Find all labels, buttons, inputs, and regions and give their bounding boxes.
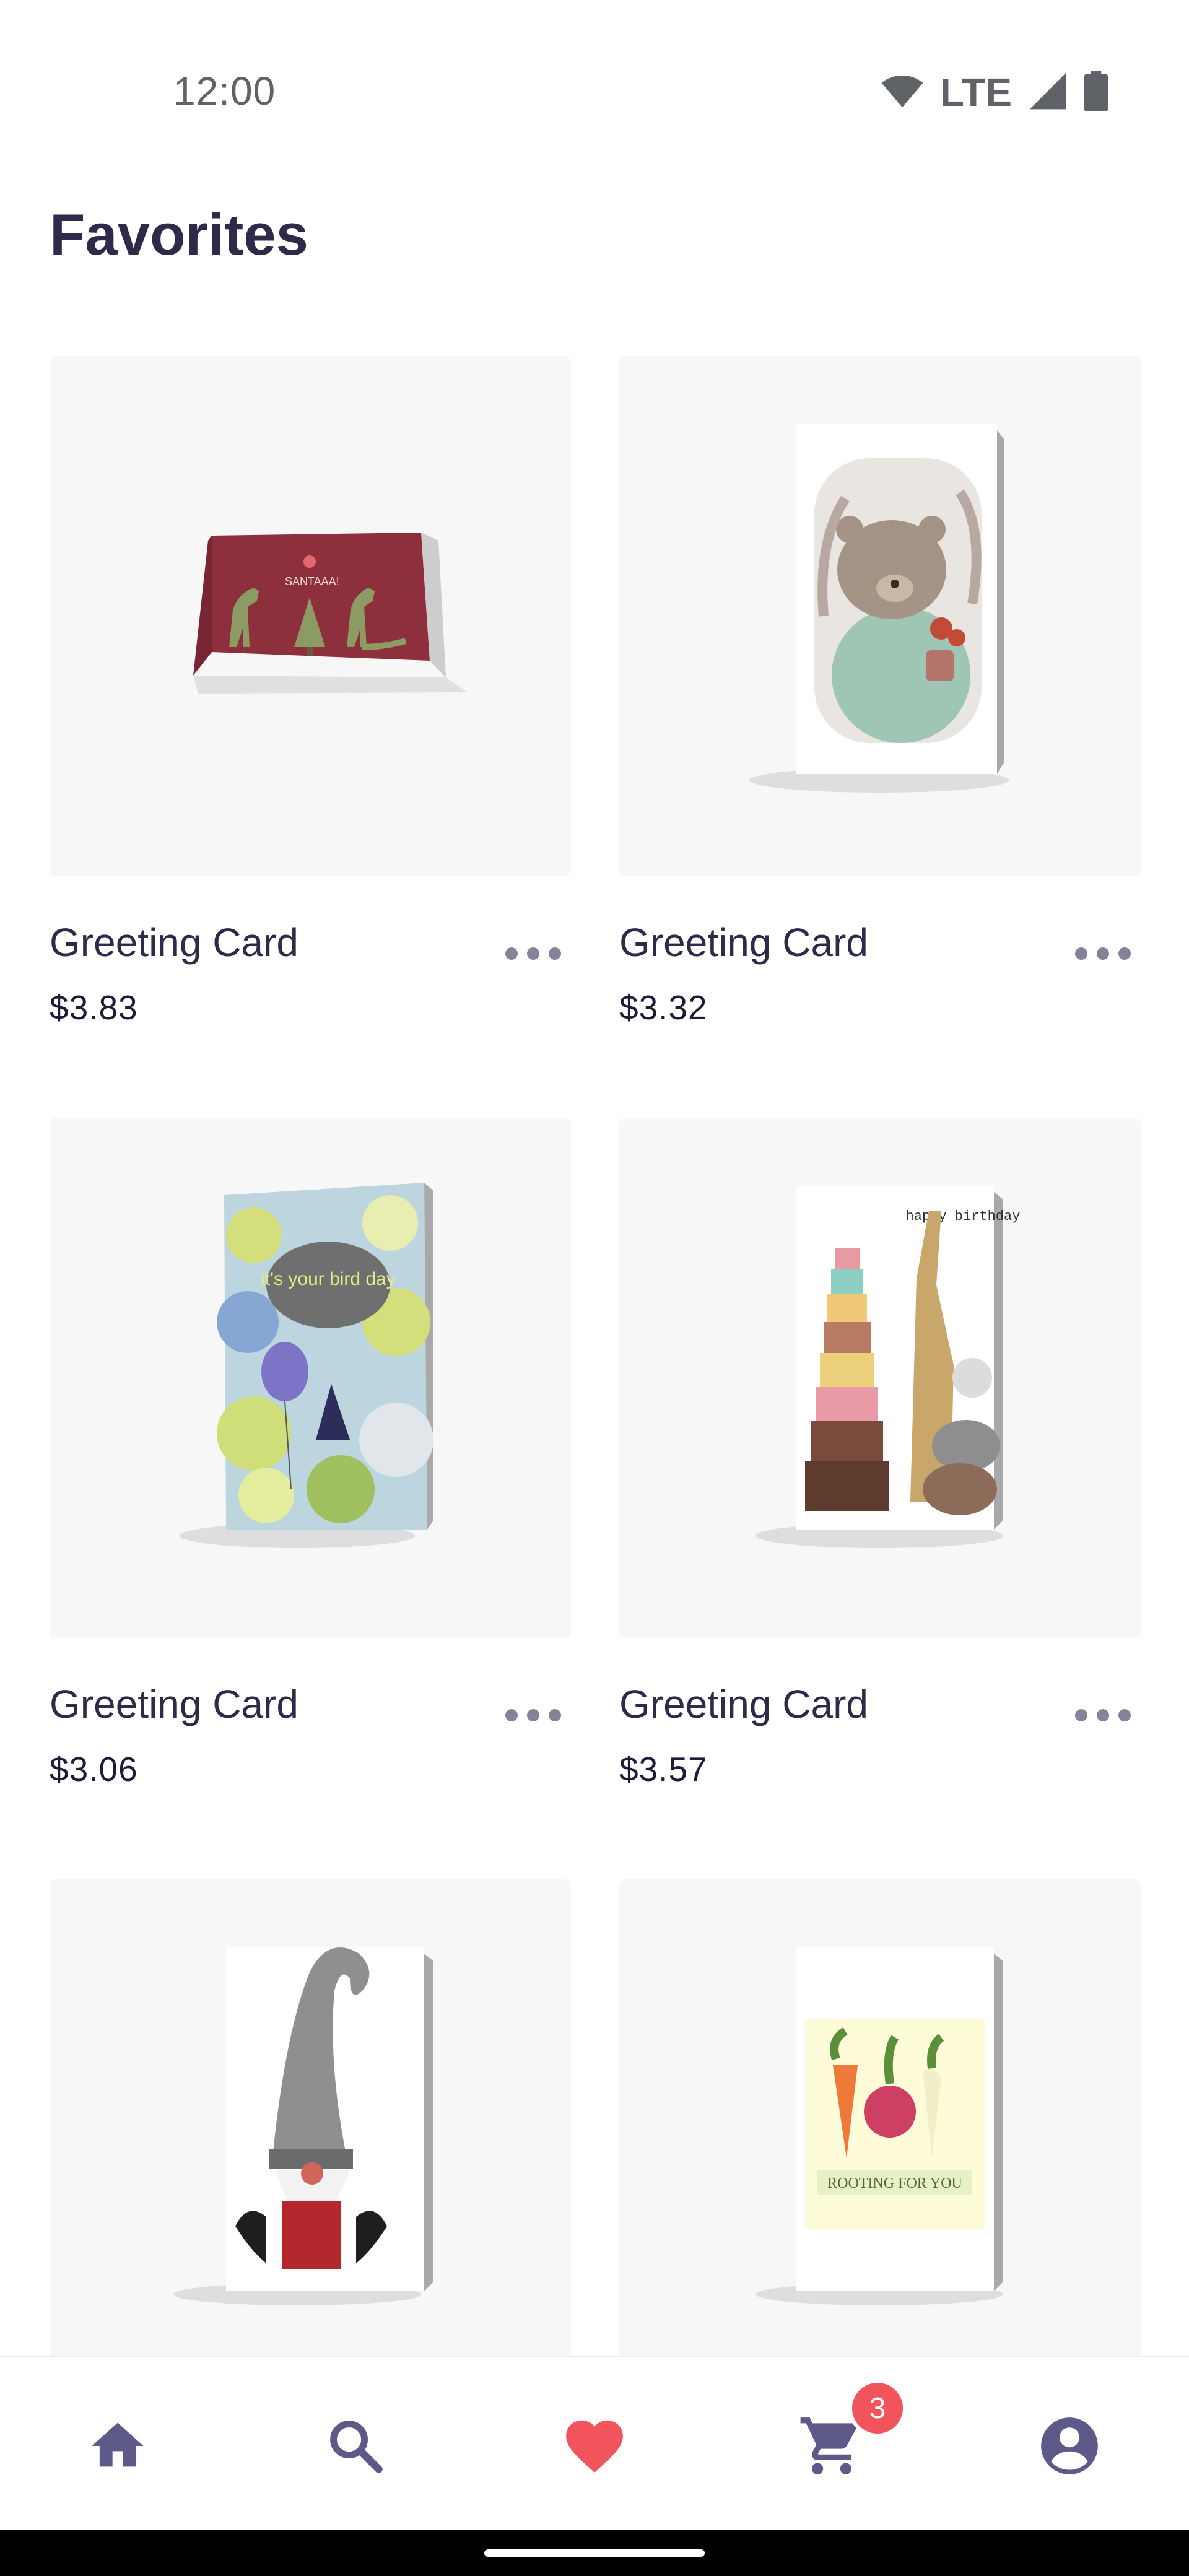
cell-signal-icon (1028, 71, 1068, 114)
artwork-text: ROOTING FOR YOU (827, 2175, 962, 2191)
product-card[interactable]: ROOTING FOR YOU (619, 1879, 1141, 2400)
nav-favorites-button[interactable] (554, 2407, 635, 2487)
wifi-icon (881, 72, 924, 113)
product-title: Greeting Card (50, 1682, 298, 1726)
product-image[interactable] (619, 356, 1141, 876)
page-title: Favorites (50, 202, 308, 267)
product-image[interactable] (50, 1879, 571, 2400)
product-price: $3.06 (50, 1750, 138, 1788)
product-card[interactable] (50, 1879, 571, 2400)
nav-account-button[interactable] (1029, 2407, 1110, 2487)
home-icon (87, 2415, 149, 2480)
product-image[interactable]: happy birthday (619, 1118, 1141, 1638)
nav-home-button[interactable] (77, 2407, 158, 2487)
more-options-icon[interactable] (1075, 935, 1131, 972)
product-image[interactable]: ROOTING FOR YOU (619, 1879, 1141, 2400)
status-time: 12:00 (173, 69, 276, 113)
more-options-icon[interactable] (505, 935, 561, 972)
search-icon (324, 2415, 386, 2480)
product-title: Greeting Card (619, 920, 868, 965)
product-price: $3.83 (50, 988, 138, 1027)
more-options-icon[interactable] (1075, 1697, 1131, 1734)
artwork-text: it's your bird day (261, 1269, 396, 1289)
account-icon (1035, 2412, 1104, 2483)
nav-search-button[interactable] (315, 2407, 396, 2487)
more-options-icon[interactable] (505, 1697, 561, 1734)
heart-icon (560, 2412, 629, 2483)
artwork-text: SANTAAA! (285, 575, 339, 588)
product-price: $3.32 (619, 988, 708, 1027)
product-image[interactable]: it's your bird day (50, 1118, 571, 1638)
product-title: Greeting Card (619, 1682, 868, 1726)
network-label: LTE (939, 70, 1012, 115)
product-title: Greeting Card (50, 920, 298, 965)
product-card[interactable]: it's your bird day Greeting Card $3.06 (50, 1118, 571, 1788)
status-bar: 12:00 LTE (0, 0, 1189, 180)
product-card[interactable]: Greeting Card $3.32 (619, 356, 1141, 1027)
product-price: $3.57 (619, 1750, 708, 1788)
gesture-handle[interactable] (484, 2549, 705, 2557)
battery-icon (1084, 70, 1108, 115)
bottom-nav (0, 2356, 1189, 2531)
artwork-text: happy birthday (906, 1209, 1021, 1224)
status-icons: LTE (881, 69, 1108, 115)
product-card[interactable]: SANTAAA! Greeting Card $3.83 (50, 356, 571, 1027)
product-image[interactable]: SANTAAA! (50, 356, 571, 876)
cart-badge: 3 (848, 2379, 907, 2437)
product-card[interactable]: happy birthday Greeting Card $3.57 (619, 1118, 1141, 1788)
